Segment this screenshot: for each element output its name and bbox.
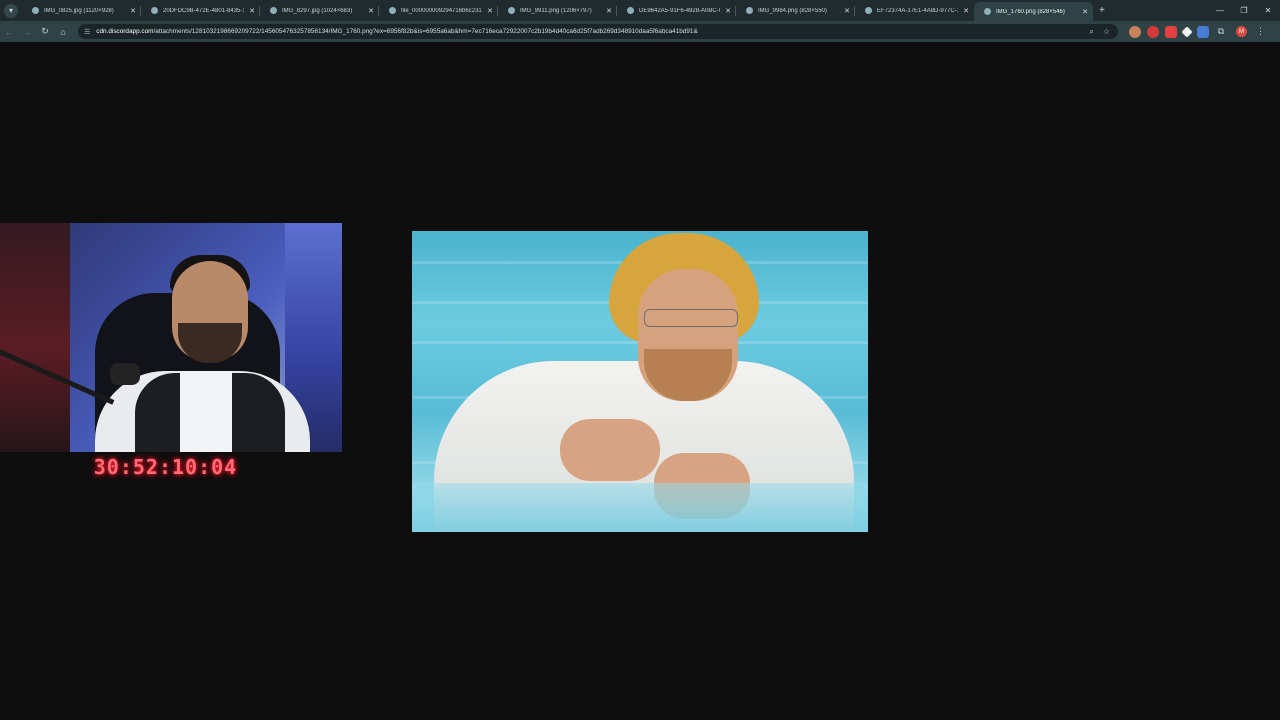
translate-icon[interactable] <box>1197 25 1209 38</box>
back-button[interactable]: ← <box>0 21 18 42</box>
browser-tab[interactable]: IMG_0825.jpg (1120×928) ✕ <box>22 2 141 19</box>
tab-close-icon[interactable]: ✕ <box>129 7 137 15</box>
tab-close-icon[interactable]: ✕ <box>248 7 256 15</box>
page-viewport: 30:52:10:04 <box>0 42 1280 720</box>
tab-strip: ▾ IMG_0825.jpg (1120×928) ✕ 20DFDC9B-472E… <box>0 0 1280 21</box>
favicon-icon <box>746 7 753 14</box>
tab-title: DE9642A5-91F6-4928-A0BC-0... <box>639 7 720 14</box>
extension-icon[interactable] <box>1165 25 1177 38</box>
tab-title: IMG_9984.png (828×550) <box>758 7 827 14</box>
browser-tab[interactable]: EF72374A-17E1-4A8D-977C-1... ✕ <box>855 2 974 19</box>
address-url[interactable]: cdn.discordapp.com/attachments/128103219… <box>96 28 1080 35</box>
favicon-icon <box>865 7 872 14</box>
tab-title: IMG_8297.jpg (1024×683) <box>282 7 353 14</box>
address-bar[interactable]: ☰ cdn.discordapp.com/attachments/1281032… <box>78 24 1118 39</box>
extension-icon[interactable] <box>1147 25 1159 38</box>
tab-close-icon[interactable]: ✕ <box>724 7 732 15</box>
zoom-icon[interactable]: ⌕ <box>1089 27 1093 37</box>
tab-title: IMG_9911.png (1206×797) <box>520 7 592 14</box>
window-close-button[interactable]: ✕ <box>1256 0 1280 21</box>
browser-tab[interactable]: IMG_9911.png (1206×797) ✕ <box>498 2 617 19</box>
kebab-menu-icon[interactable]: ⋮ <box>1256 26 1265 37</box>
favicon-icon <box>32 7 39 14</box>
favicon-icon <box>984 8 991 15</box>
browser-tab[interactable]: file_000000009294716b6c231... ✕ <box>379 2 498 19</box>
browser-toolbar: ← → ↻ ⌂ ☰ cdn.discordapp.com/attachments… <box>0 21 1280 42</box>
favicon-icon <box>508 7 515 14</box>
extension-icon[interactable] <box>1181 25 1193 38</box>
browser-tab[interactable]: 20DFDC9B-472E-4801-8435-1... ✕ <box>141 2 260 19</box>
streamer-webcam-image <box>0 223 342 452</box>
star-icon[interactable]: ☆ <box>1103 27 1110 36</box>
tab-close-icon[interactable]: ✕ <box>843 7 851 15</box>
countdown-timer: 30:52:10:04 <box>93 455 238 479</box>
pool-photo-image[interactable] <box>412 231 868 532</box>
tab-title: 20DFDC9B-472E-4801-8435-1... <box>163 7 244 14</box>
tab-title: IMG_0825.jpg (1120×928) <box>44 7 114 14</box>
favicon-icon <box>151 7 158 14</box>
browser-tab[interactable]: DE9642A5-91F6-4928-A0BC-0... ✕ <box>617 2 736 19</box>
restore-button[interactable]: ❐ <box>1232 0 1256 21</box>
new-tab-button[interactable]: + <box>1099 5 1105 16</box>
favicon-icon <box>627 7 634 14</box>
home-button[interactable]: ⌂ <box>54 21 72 42</box>
chevron-down-icon: ▾ <box>8 6 13 15</box>
profile-avatar[interactable]: M <box>1236 26 1247 37</box>
tab-close-icon[interactable]: ✕ <box>1081 8 1089 16</box>
tab-close-icon[interactable]: ✕ <box>486 7 494 15</box>
tab-title: EF72374A-17E1-4A8D-977C-1... <box>877 7 958 14</box>
forward-button[interactable]: → <box>18 21 36 42</box>
extensions-area: ⧉ <box>1126 25 1230 38</box>
browser-tab[interactable]: IMG_8297.jpg (1024×683) ✕ <box>260 2 379 19</box>
extension-icon[interactable] <box>1129 25 1141 38</box>
window-controls: — ❐ ✕ <box>1208 0 1280 21</box>
favicon-icon <box>270 7 277 14</box>
site-info-icon[interactable]: ☰ <box>84 28 90 36</box>
tab-title: file_000000009294716b6c231... <box>401 7 482 14</box>
browser-tab[interactable]: IMG_9984.png (828×550) ✕ <box>736 2 855 19</box>
tab-close-icon[interactable]: ✕ <box>605 7 613 15</box>
tab-close-icon[interactable]: ✕ <box>962 7 970 15</box>
url-path: /attachments/1281032198669209722/1456054… <box>153 28 698 35</box>
puzzle-icon[interactable]: ⧉ <box>1215 26 1227 38</box>
url-host: cdn.discordapp.com <box>96 28 154 35</box>
minimize-button[interactable]: — <box>1208 0 1232 21</box>
browser-tab-active[interactable]: IMG_1760.png (828×546) ✕ <box>974 2 1093 21</box>
tab-close-icon[interactable]: ✕ <box>367 7 375 15</box>
tab-search-button[interactable]: ▾ <box>4 3 18 18</box>
reload-button[interactable]: ↻ <box>36 21 54 42</box>
tab-title: IMG_1760.png (828×546) <box>996 8 1065 15</box>
favicon-icon <box>389 7 396 14</box>
